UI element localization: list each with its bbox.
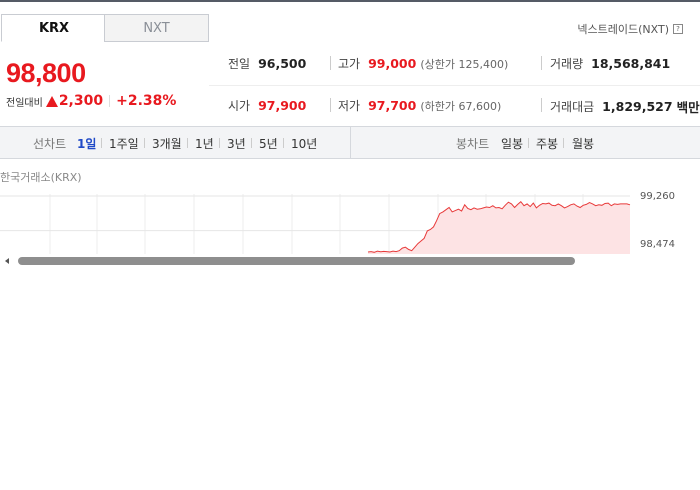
divider	[187, 138, 188, 148]
stat-label: 저가	[338, 99, 361, 113]
tab-nxt[interactable]: NXT	[104, 14, 209, 42]
chart-area-fill	[368, 201, 630, 256]
divider	[330, 56, 331, 70]
triangle-up-icon	[45, 95, 58, 107]
price-chart: 99,260 98,474	[0, 186, 700, 256]
price-change-row: 전일대비 2,300 +2.38%	[6, 93, 176, 109]
stat-volume: 거래량 18,568,841	[550, 55, 670, 72]
stat-label: 거래량	[550, 57, 584, 71]
stat-unit: 백만	[676, 100, 700, 115]
stat-high: 고가 99,000 (상한가 125,400)	[338, 55, 508, 72]
line-chart-label: 선차트	[33, 137, 67, 151]
period-1y[interactable]: 1년	[195, 135, 214, 152]
scroll-left-arrow-icon[interactable]	[5, 258, 9, 264]
stat-label: 전일	[228, 57, 251, 71]
stat-value: 18,568,841	[591, 56, 671, 71]
divider	[144, 138, 145, 148]
divider	[219, 138, 220, 148]
divider	[283, 138, 284, 148]
horizontal-scrollbar[interactable]	[0, 254, 700, 268]
divider	[541, 56, 542, 70]
stat-label: 시가	[228, 99, 251, 113]
stat-value: 99,000	[368, 56, 417, 71]
stat-prev-close: 전일 96,500	[228, 55, 306, 72]
divider	[251, 138, 252, 148]
period-weekly-candle[interactable]: 주봉	[536, 135, 558, 152]
divider	[109, 95, 111, 107]
stat-amount: 거래대금 1,829,527 백만	[550, 97, 700, 116]
scroll-thumb[interactable]	[18, 257, 575, 265]
help-icon[interactable]: ?	[673, 24, 683, 34]
period-monthly-candle[interactable]: 월봉	[572, 135, 594, 152]
stat-value: 96,500	[258, 56, 307, 71]
period-1w[interactable]: 1주일	[109, 135, 139, 152]
divider	[563, 138, 564, 148]
divider	[350, 127, 351, 158]
stat-value: 97,700	[368, 98, 417, 113]
nxt-link-label: 넥스트레이드(NXT)	[577, 23, 669, 36]
change-amount: 2,300	[58, 93, 104, 109]
current-price: 98,800	[6, 58, 86, 88]
period-5y[interactable]: 5년	[259, 135, 278, 152]
period-1d[interactable]: 1일	[77, 135, 96, 152]
divider	[528, 138, 529, 148]
lower-limit: (하한가 67,600)	[420, 99, 502, 113]
divider	[101, 138, 102, 148]
stat-label: 고가	[338, 57, 361, 71]
tab-krx[interactable]: KRX	[1, 14, 107, 42]
chart-svg	[0, 194, 631, 256]
stat-open: 시가 97,900	[228, 97, 306, 114]
upper-limit: (상한가 125,400)	[420, 57, 509, 71]
y-tick-high: 99,260	[640, 191, 675, 202]
top-border	[0, 0, 700, 2]
stat-label: 거래대금	[550, 100, 595, 114]
period-3y[interactable]: 3년	[227, 135, 246, 152]
change-label: 전일대비	[6, 97, 43, 109]
stat-low: 저가 97,700 (하한가 67,600)	[338, 97, 501, 114]
stat-value: 97,900	[258, 98, 307, 113]
divider	[330, 98, 331, 112]
candle-chart-label: 봉차트	[456, 137, 490, 151]
change-rate: +2.38%	[116, 93, 177, 109]
chart-period-bar: 선차트 1일 1주일 3개월 1년 3년 5년 10년 봉차트 일봉 주봉 월봉	[0, 126, 700, 159]
y-tick-mid: 98,474	[640, 239, 675, 250]
nxt-link[interactable]: 넥스트레이드(NXT) ?	[577, 21, 683, 37]
period-10y[interactable]: 10년	[291, 135, 317, 152]
period-3m[interactable]: 3개월	[152, 135, 182, 152]
stats-divider	[209, 85, 700, 86]
stat-value: 1,829,527	[602, 99, 673, 114]
divider	[541, 98, 542, 112]
chart-title: 한국거래소(KRX)	[0, 171, 82, 184]
period-daily-candle[interactable]: 일봉	[501, 135, 523, 152]
